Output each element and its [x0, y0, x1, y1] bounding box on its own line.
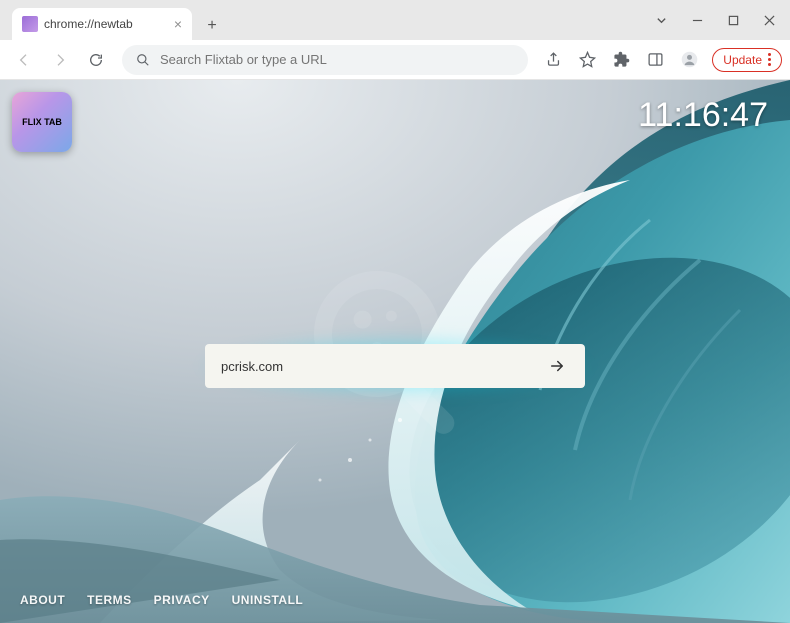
search-icon [136, 53, 150, 67]
new-tab-button[interactable]: + [198, 12, 226, 40]
omnibox-input[interactable] [160, 52, 514, 67]
tab-strip: chrome://newtab × + [4, 0, 226, 40]
back-button[interactable] [8, 44, 40, 76]
search-input[interactable] [221, 359, 545, 374]
clock-display: 11:16:47 [638, 96, 768, 135]
reload-button[interactable] [80, 44, 112, 76]
newtab-page: FLIX TAB 11:16:47 ABOUT TERMS PRIVACY UN… [0, 80, 790, 623]
share-icon[interactable] [538, 45, 568, 75]
menu-dots-icon [768, 53, 771, 66]
footer-link-uninstall[interactable]: UNINSTALL [232, 593, 304, 607]
search-box[interactable] [205, 344, 585, 388]
footer-link-about[interactable]: ABOUT [20, 593, 65, 607]
tab-title: chrome://newtab [44, 17, 133, 31]
browser-toolbar: Update [0, 40, 790, 80]
maximize-button[interactable] [716, 5, 750, 35]
forward-button[interactable] [44, 44, 76, 76]
plus-icon: + [207, 17, 216, 35]
tab-favicon [22, 16, 38, 32]
minimize-button[interactable] [680, 5, 714, 35]
update-label: Update [723, 53, 762, 67]
flixtab-logo[interactable]: FLIX TAB [12, 92, 72, 152]
close-tab-icon[interactable]: × [174, 16, 182, 32]
window-controls [644, 5, 786, 35]
browser-tab[interactable]: chrome://newtab × [12, 8, 192, 40]
extensions-icon[interactable] [606, 45, 636, 75]
footer-link-terms[interactable]: TERMS [87, 593, 132, 607]
side-panel-icon[interactable] [640, 45, 670, 75]
bookmark-icon[interactable] [572, 45, 602, 75]
chevron-down-icon[interactable] [644, 5, 678, 35]
close-window-button[interactable] [752, 5, 786, 35]
profile-icon[interactable] [674, 45, 704, 75]
address-bar[interactable] [122, 45, 528, 75]
logo-text: FLIX TAB [12, 92, 72, 152]
window-titlebar: chrome://newtab × + [0, 0, 790, 40]
update-button[interactable]: Update [712, 48, 782, 72]
search-submit-button[interactable] [545, 357, 569, 375]
page-search [205, 344, 585, 388]
footer-links: ABOUT TERMS PRIVACY UNINSTALL [20, 593, 303, 607]
footer-link-privacy[interactable]: PRIVACY [154, 593, 210, 607]
arrow-right-icon [548, 357, 566, 375]
